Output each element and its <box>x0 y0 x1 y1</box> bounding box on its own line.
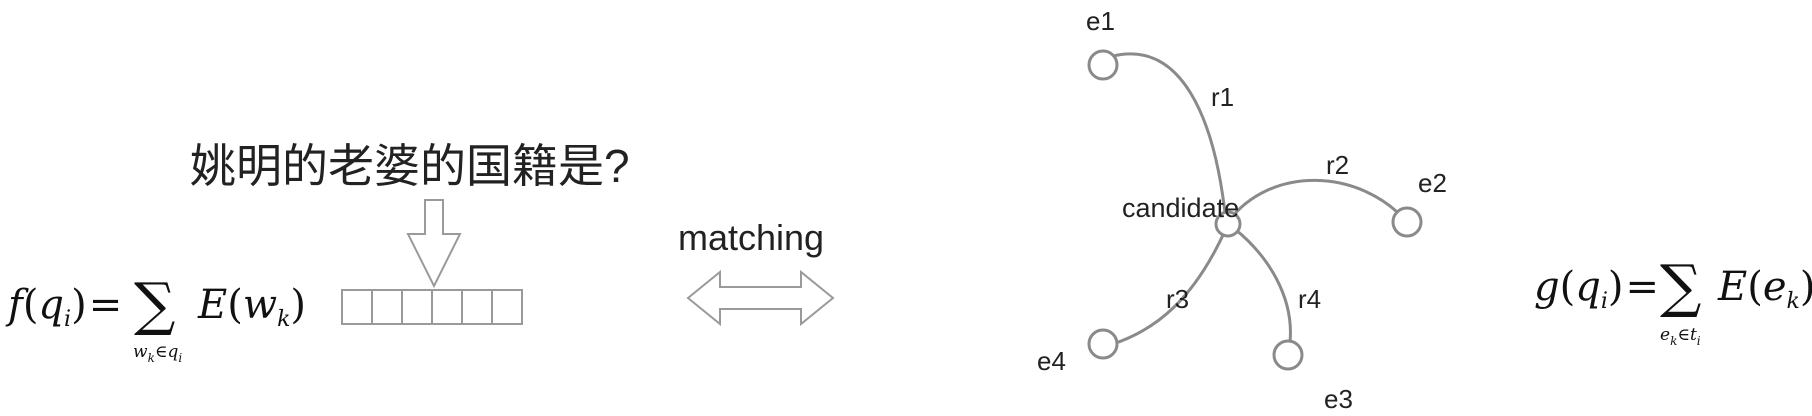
svg-text:ek∈ti: ek∈ti <box>1660 325 1701 348</box>
node-e4 <box>1087 328 1119 360</box>
formula-left-sub-in: ∈ <box>155 342 168 362</box>
diagram-stage: 姚明的老婆的国籍是? f(qi)= ∑ E(wk) wk∈qi matching <box>0 0 1812 416</box>
label-e4: e4 <box>1037 346 1066 376</box>
label-r4: r4 <box>1298 284 1321 314</box>
formula-left-rparen: ) <box>71 282 87 328</box>
formula-left-E: E <box>197 282 227 328</box>
down-arrow-icon <box>406 199 462 289</box>
formula-right-e: e <box>1763 264 1787 310</box>
formula-right-lparen: ( <box>1560 264 1576 310</box>
label-e3: e3 <box>1324 384 1353 414</box>
formula-left-w-sub: k <box>277 307 290 332</box>
formula-left-lparen-2: ( <box>227 282 243 328</box>
svg-text:wk∈qi: wk∈qi <box>133 342 182 365</box>
formula-right-rparen-2: ) <box>1800 264 1812 310</box>
formula-left: f(qi)= ∑ E(wk) wk∈qi <box>5 270 306 365</box>
node-e2 <box>1391 206 1423 238</box>
formula-right-sub-i: i <box>1697 334 1701 348</box>
formula-right-q: q <box>1575 264 1601 310</box>
svg-text:E(ek): E(ek) <box>1717 264 1812 314</box>
double-arrow-icon <box>686 269 835 327</box>
label-e2: e2 <box>1418 168 1447 198</box>
formula-right-g: g <box>1534 264 1560 310</box>
formula-right-e-sub: k <box>1786 289 1799 314</box>
label-r2: r2 <box>1326 150 1349 180</box>
formula-left-q: q <box>38 282 64 328</box>
formula-left-lparen: ( <box>23 282 39 328</box>
formula-left-sub-i: i <box>178 351 182 365</box>
node-e1 <box>1087 49 1119 81</box>
formula-right-lparen-2: ( <box>1747 264 1763 310</box>
svg-text:E(wk): E(wk) <box>197 282 306 332</box>
formula-left-sigma: ∑ <box>134 270 175 338</box>
formula-right-rparen: ) <box>1608 264 1624 310</box>
edge-r4 <box>1227 222 1292 356</box>
formula-right: g(qi)= ∑ E(ek) ek∈ti <box>1534 252 1812 348</box>
formula-right-sub-k: k <box>1670 334 1677 348</box>
edge-r2 <box>1226 178 1409 223</box>
formula-left-rparen-2: ) <box>290 282 306 328</box>
diagram-canvas: 姚明的老婆的国籍是? f(qi)= ∑ E(wk) wk∈qi matching <box>5 6 1812 414</box>
svg-text:f(qi)=: f(qi)= <box>5 282 122 332</box>
formula-right-q-sub: i <box>1601 289 1608 314</box>
formula-right-sub-in: ∈ <box>1677 325 1690 345</box>
embedding-vector <box>341 289 523 325</box>
formula-left-sub-q: q <box>167 342 178 362</box>
svg-text:g(qi)=: g(qi)= <box>1534 264 1659 314</box>
formula-right-equals: = <box>1625 264 1659 310</box>
label-candidate: candidate <box>1122 193 1239 223</box>
label-e1: e1 <box>1086 6 1115 36</box>
formula-left-equals: = <box>89 282 123 328</box>
matching-label: matching <box>678 217 824 258</box>
formula-right-E: E <box>1717 264 1747 310</box>
question-text: 姚明的老婆的国籍是? <box>190 140 630 192</box>
label-r1: r1 <box>1211 82 1234 112</box>
formula-left-sub-k: k <box>148 351 155 365</box>
formula-left-q-sub: i <box>64 307 71 332</box>
formula-left-sub-w: w <box>133 342 148 362</box>
formula-left-w: w <box>243 282 277 328</box>
formula-right-sigma: ∑ <box>1660 252 1701 320</box>
formula-right-sub-e: e <box>1660 325 1670 345</box>
node-e3 <box>1272 339 1304 371</box>
label-r3: r3 <box>1166 284 1189 314</box>
